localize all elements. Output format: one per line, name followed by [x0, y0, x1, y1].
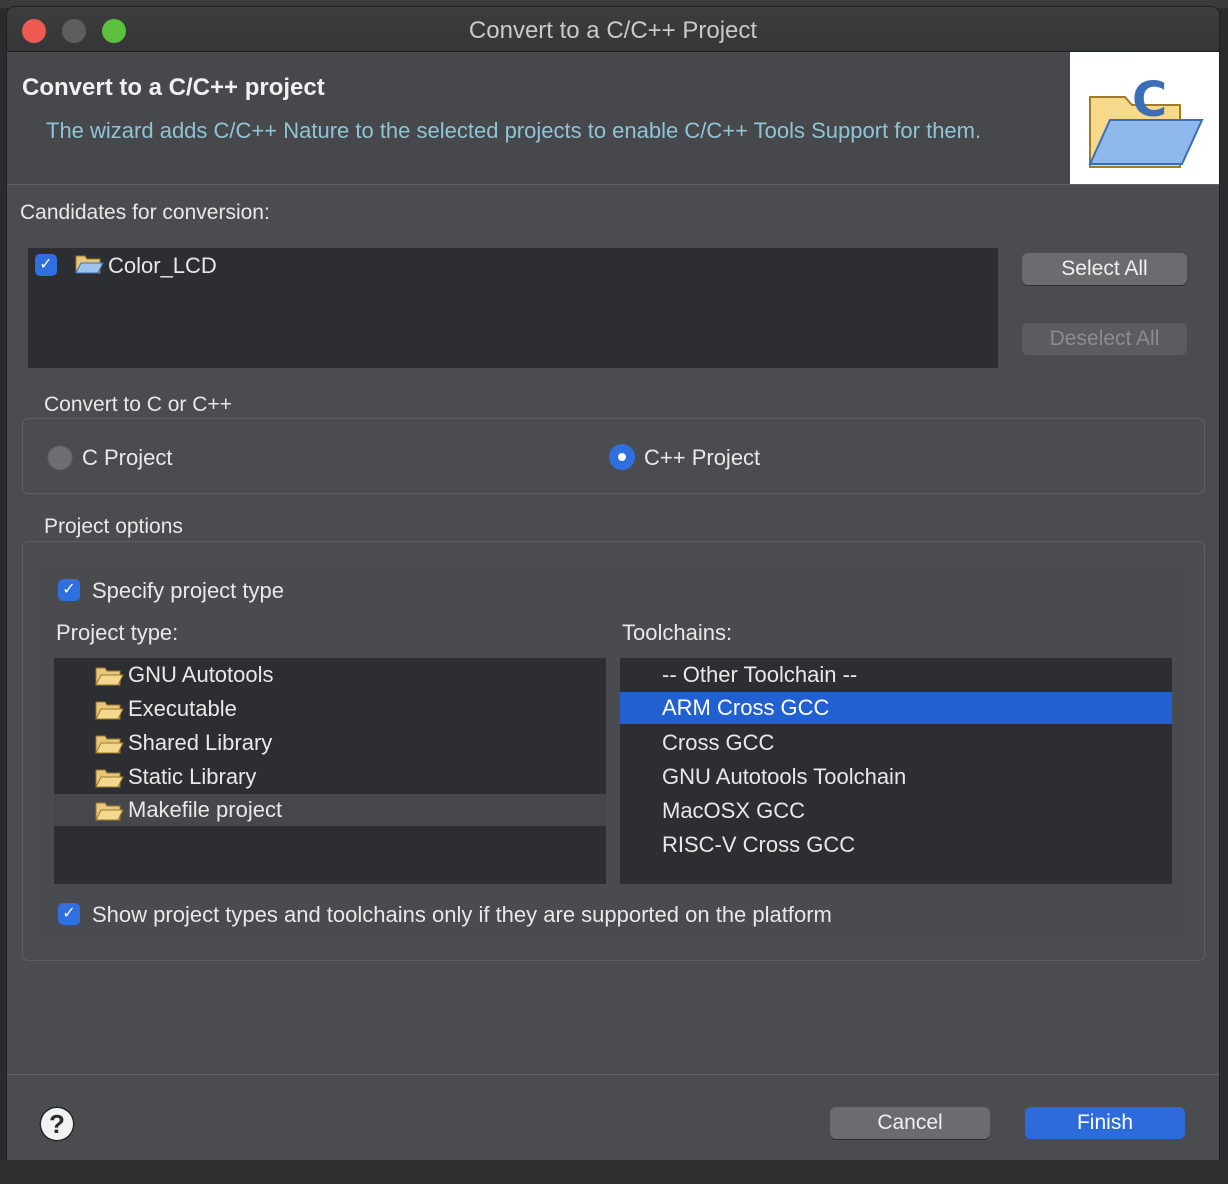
- specify-type-label[interactable]: Specify project type: [92, 578, 284, 604]
- project-type-item[interactable]: Shared Library: [54, 726, 606, 760]
- folder-icon: [95, 802, 124, 821]
- c-project-label[interactable]: C Project: [82, 445, 172, 471]
- toolchain-item-label: GNU Autotools Toolchain: [662, 764, 907, 789]
- wizard-title: Convert to a C/C++ project: [22, 74, 325, 101]
- background-strip-bottom: [0, 1160, 1228, 1184]
- c-folder-wizard-icon: C: [1070, 52, 1219, 184]
- help-icon[interactable]: ?: [39, 1106, 75, 1142]
- select-all-button[interactable]: Select All: [1022, 253, 1187, 285]
- toolchain-item[interactable]: Cross GCC: [620, 726, 1172, 760]
- toolchains-label: Toolchains:: [622, 620, 733, 645]
- toolchain-item-selected[interactable]: ARM Cross GCC: [620, 692, 1172, 724]
- project-type-item-label: Shared Library: [128, 730, 273, 755]
- project-type-item-label: Static Library: [128, 764, 257, 789]
- toolchain-item-label: Cross GCC: [662, 730, 775, 755]
- svg-text:C: C: [1132, 72, 1167, 128]
- language-group-label: Convert to C or C++: [44, 393, 232, 416]
- project-type-item-label: GNU Autotools: [128, 662, 274, 687]
- toolchain-item[interactable]: -- Other Toolchain --: [620, 658, 1172, 692]
- toolchain-item-label: MacOSX GCC: [662, 798, 806, 823]
- project-type-item[interactable]: Static Library: [54, 760, 606, 794]
- title-bar: Convert to a C/C++ Project: [7, 7, 1219, 52]
- finish-button[interactable]: Finish: [1025, 1107, 1185, 1139]
- project-type-item-label: Makefile project: [128, 797, 283, 822]
- show-supported-checkbox[interactable]: ✓: [58, 903, 80, 925]
- project-type-item[interactable]: Executable: [54, 692, 606, 726]
- candidate-item-label: Color_LCD: [108, 253, 217, 278]
- toolchain-item-label: RISC-V Cross GCC: [662, 832, 856, 857]
- toolchain-item[interactable]: RISC-V Cross GCC: [620, 828, 1172, 862]
- project-type-item-selected[interactable]: Makefile project: [54, 794, 606, 826]
- cpp-project-label[interactable]: C++ Project: [644, 445, 760, 471]
- candidate-checkbox[interactable]: ✓: [35, 254, 57, 276]
- project-options-panel: ✓ Specify project type Project type: Too…: [41, 562, 1183, 940]
- project-type-list[interactable]: GNU Autotools Executable Shared Library …: [54, 658, 606, 884]
- specify-type-checkbox[interactable]: ✓: [58, 579, 80, 601]
- folder-icon: [95, 769, 124, 788]
- wizard-header: Convert to a C/C++ project The wizard ad…: [7, 52, 1219, 185]
- project-type-item-label: Executable: [128, 696, 237, 721]
- c-project-radio[interactable]: [47, 444, 73, 470]
- folder-icon: [95, 667, 124, 686]
- deselect-all-button[interactable]: Deselect All: [1022, 323, 1187, 355]
- folder-icon: [95, 735, 124, 754]
- window-title: Convert to a C/C++ Project: [468, 17, 758, 44]
- cancel-button[interactable]: Cancel: [830, 1107, 990, 1139]
- project-type-item[interactable]: GNU Autotools: [54, 658, 606, 692]
- toolchain-item[interactable]: GNU Autotools Toolchain: [620, 760, 1172, 794]
- footer-separator: [7, 1074, 1219, 1075]
- candidates-label: Candidates for conversion:: [20, 201, 270, 224]
- toolchain-item[interactable]: MacOSX GCC: [620, 794, 1172, 828]
- project-type-label: Project type:: [56, 620, 179, 645]
- show-supported-label[interactable]: Show project types and toolchains only i…: [92, 902, 832, 928]
- toolchains-list[interactable]: -- Other Toolchain -- ARM Cross GCC Cros…: [620, 658, 1172, 884]
- toolchain-item-label: ARM Cross GCC: [662, 695, 830, 720]
- dialog-window: Convert to a C/C++ Project Convert to a …: [7, 7, 1219, 1175]
- project-options-label: Project options: [44, 515, 183, 538]
- folder-icon: [95, 701, 124, 720]
- language-group: C Project C++ Project: [22, 418, 1205, 494]
- wizard-description: The wizard adds C/C++ Nature to the sele…: [46, 118, 982, 143]
- cpp-project-radio[interactable]: [609, 444, 635, 470]
- project-folder-icon: [75, 255, 104, 274]
- candidates-list[interactable]: ✓ Color_LCD: [28, 248, 998, 368]
- toolchain-item-label: -- Other Toolchain --: [662, 662, 858, 687]
